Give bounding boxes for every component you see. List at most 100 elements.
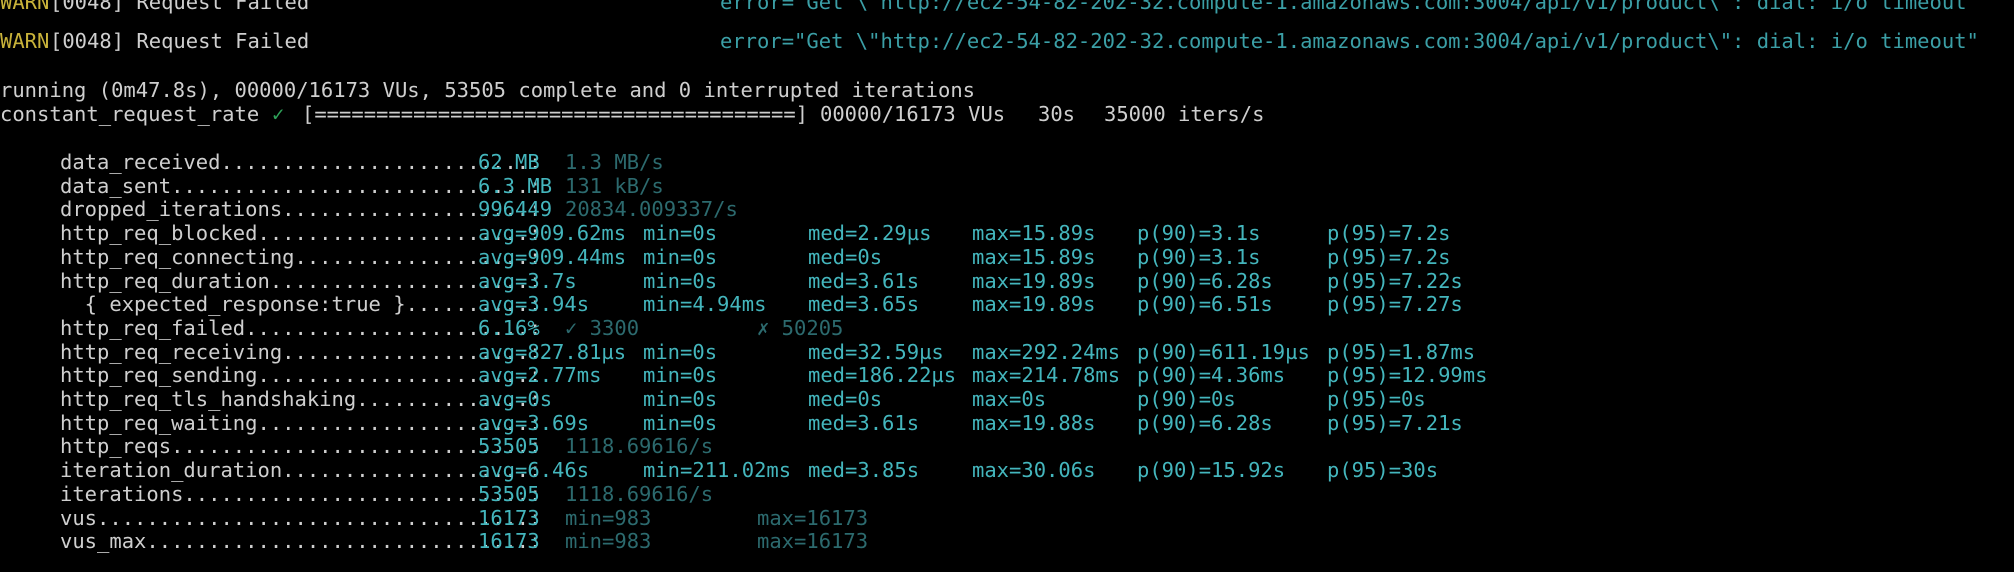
metric-value: p(95)=12.99ms bbox=[1327, 363, 1488, 388]
progress-bar: [=======================================… bbox=[302, 102, 809, 126]
metric-value: avg=3.69s bbox=[478, 410, 590, 435]
metric-value: avg=6.46s bbox=[478, 458, 590, 483]
metric-value: p(95)=1.87ms bbox=[1327, 339, 1476, 364]
metric-value: p(90)=6.28s bbox=[1137, 268, 1273, 293]
metric-value: p(95)=7.2s bbox=[1327, 221, 1451, 246]
metric-value: min=0s bbox=[643, 387, 718, 411]
metric-label: http_req_duration.....................: bbox=[60, 268, 542, 293]
metric-value: ✗ 50205 bbox=[757, 315, 844, 340]
warn-line-1: WARN [0048] Request Failed error="Get \"… bbox=[0, 0, 1979, 14]
metric-value: med=3.61s bbox=[808, 410, 920, 435]
metric-value: avg=2.77ms bbox=[478, 363, 602, 388]
scenario-vus: 00000/16173 VUs bbox=[820, 102, 1006, 126]
metric-value: avg=909.44ms bbox=[478, 244, 627, 269]
metric-value: med=0s bbox=[808, 244, 883, 269]
metric-value: p(90)=611.19µs bbox=[1137, 339, 1310, 364]
metric-label: http_req_connecting...................: bbox=[60, 244, 542, 269]
metric-value: min=983 bbox=[565, 505, 652, 530]
terminal-window[interactable]: WARN [0048] Request Failed error="Get \"… bbox=[0, 0, 2014, 572]
scenario-rate: 35000 iters/s bbox=[1104, 102, 1265, 126]
metric-value: med=0s bbox=[808, 387, 883, 411]
metric-value: 1.3 MB/s bbox=[565, 150, 664, 174]
metric-value: 62 MB bbox=[478, 150, 540, 174]
scenario-duration: 30s bbox=[1038, 102, 1076, 126]
warn-level: WARN bbox=[0, 29, 50, 53]
metric-value: min=211.02ms bbox=[643, 458, 792, 483]
metric-value: p(95)=0s bbox=[1327, 387, 1426, 411]
metric-value: 20834.009337/s bbox=[565, 197, 738, 222]
metric-value: p(90)=3.1s bbox=[1137, 244, 1261, 269]
metric-value: avg=3.7s bbox=[478, 268, 577, 293]
metric-value: max=214.78ms bbox=[972, 363, 1121, 388]
warn-error: error="Get \"http://ec2-54-82-202-32.com… bbox=[720, 29, 1979, 53]
metric-value: 131 kB/s bbox=[565, 173, 664, 198]
metric-value: med=186.22µs bbox=[808, 363, 957, 388]
metric-value: p(90)=0s bbox=[1137, 387, 1236, 411]
metric-value: p(95)=7.21s bbox=[1327, 410, 1463, 435]
metric-value: max=0s bbox=[972, 387, 1047, 411]
metric-label: vus...................................: bbox=[60, 505, 542, 530]
status-line: running (0m47.8s), 00000/16173 VUs, 5350… bbox=[0, 78, 976, 102]
metric-value: avg=0s bbox=[478, 387, 553, 411]
metric-value: p(90)=3.1s bbox=[1137, 221, 1261, 246]
check-icon: ✓ bbox=[272, 102, 285, 126]
metric-value: p(95)=7.2s bbox=[1327, 244, 1451, 269]
metric-value: p(95)=7.27s bbox=[1327, 292, 1463, 317]
metric-value: 16173 bbox=[478, 529, 540, 554]
metric-value: p(90)=15.92s bbox=[1137, 458, 1286, 483]
metric-value: min=0s bbox=[643, 268, 718, 293]
metric-value: max=19.89s bbox=[972, 292, 1096, 317]
metric-value: p(90)=6.28s bbox=[1137, 410, 1273, 435]
metric-value: 6.3 MB bbox=[478, 173, 553, 198]
metric-value: avg=909.62ms bbox=[478, 221, 627, 246]
metric-value: min=983 bbox=[565, 529, 652, 554]
metric-value: min=0s bbox=[643, 221, 718, 246]
metric-value: max=19.89s bbox=[972, 268, 1096, 293]
metric-value: max=30.06s bbox=[972, 458, 1096, 483]
metric-value: 16173 bbox=[478, 505, 540, 530]
warn-error: error="Get \"http://ec2-54-82-202-32.com… bbox=[720, 0, 1979, 14]
metric-value: 1118.69616/s bbox=[565, 434, 714, 459]
metric-value: min=0s bbox=[643, 363, 718, 388]
metric-value: 53505 bbox=[478, 434, 540, 459]
metric-value: max=15.89s bbox=[972, 221, 1096, 246]
metric-label: iteration_duration....................: bbox=[60, 458, 542, 483]
metric-value: med=3.65s bbox=[808, 292, 920, 317]
metric-value: max=292.24ms bbox=[972, 339, 1121, 364]
metric-label: dropped_iterations....................: bbox=[60, 197, 542, 222]
metric-value: p(95)=7.22s bbox=[1327, 268, 1463, 293]
metric-value: max=16173 bbox=[757, 529, 869, 554]
scenario-name: constant_request_rate bbox=[0, 102, 260, 126]
metric-value: min=0s bbox=[643, 339, 718, 364]
metric-label: http_req_waiting......................: bbox=[60, 410, 542, 435]
metric-label: http_req_blocked......................: bbox=[60, 221, 542, 246]
metric-value: 996449 bbox=[478, 197, 553, 222]
metric-label: data_received.........................: bbox=[60, 150, 542, 174]
metric-value: med=2.29µs bbox=[808, 221, 932, 246]
metric-label: { expected_response:true }..........: bbox=[60, 292, 542, 317]
metric-value: avg=827.81µs bbox=[478, 339, 627, 364]
metric-value: min=0s bbox=[643, 410, 718, 435]
metric-value: max=16173 bbox=[757, 505, 869, 530]
warn-text: [0048] Request Failed bbox=[50, 29, 310, 53]
metric-value: med=3.85s bbox=[808, 458, 920, 483]
metric-value: max=15.89s bbox=[972, 244, 1096, 269]
warn-text: [0048] Request Failed bbox=[50, 0, 310, 14]
metric-value: min=4.94ms bbox=[643, 292, 767, 317]
metric-value: 53505 bbox=[478, 481, 540, 506]
metric-value: max=19.88s bbox=[972, 410, 1096, 435]
metric-value: p(90)=4.36ms bbox=[1137, 363, 1286, 388]
metric-label: iterations............................: bbox=[60, 481, 542, 506]
metric-value: ✓ 3300 bbox=[565, 315, 640, 340]
metric-label: http_reqs.............................: bbox=[60, 434, 542, 459]
metric-value: p(95)=30s bbox=[1327, 458, 1439, 483]
scenario-line: constant_request_rate ✓ [===============… bbox=[0, 102, 1264, 126]
warn-line-2: WARN [0048] Request Failed error="Get \"… bbox=[0, 29, 1979, 53]
metric-label: http_req_sending......................: bbox=[60, 363, 542, 388]
metric-label: http_req_failed.......................: bbox=[60, 315, 542, 340]
metric-label: http_req_tls_handshaking..............: bbox=[60, 387, 542, 411]
metric-value: avg=3.94s bbox=[478, 292, 590, 317]
metric-value: p(90)=6.51s bbox=[1137, 292, 1273, 317]
metric-label: vus_max...............................: bbox=[60, 529, 542, 554]
metric-value: med=3.61s bbox=[808, 268, 920, 293]
